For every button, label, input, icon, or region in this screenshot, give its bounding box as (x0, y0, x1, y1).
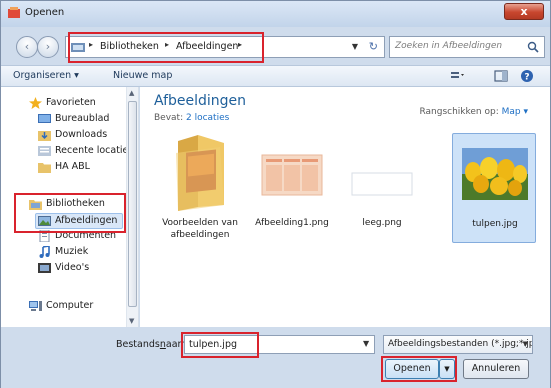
toolbar: Organiseren ▾ Nieuwe map ? (1, 65, 550, 87)
view-options-icon[interactable] (449, 69, 465, 83)
desktop-icon (38, 114, 51, 123)
video-icon (38, 263, 51, 273)
file-item-tulpen[interactable]: tulpen.jpg (452, 133, 536, 243)
back-button[interactable]: ‹ (16, 36, 38, 58)
refresh-icon[interactable]: ↻ (369, 40, 378, 53)
file-name: leeg.png (362, 218, 402, 228)
arrange-by: Rangschikken op: Map ▾ (419, 107, 528, 117)
arrange-by-label: Rangschikken op: (419, 107, 499, 117)
title-bar: Openen x (1, 1, 550, 27)
sidebar-item-label: Muziek (55, 246, 89, 257)
organize-menu[interactable]: Organiseren ▾ (13, 70, 79, 81)
image-document-thumbnail (261, 154, 323, 196)
dialog-footer: Bestandsnaam: tulpen.jpg ▼ Afbeeldingsbe… (1, 327, 550, 388)
file-name: Voorbeelden van afbeeldingen (162, 218, 238, 240)
forward-button[interactable]: › (37, 36, 59, 58)
star-icon (29, 97, 42, 109)
file-item-folder[interactable]: Voorbeelden van afbeeldingen (158, 133, 242, 243)
sidebar-item-label: Downloads (55, 129, 108, 140)
library-locations: Bevat: 2 locaties (154, 113, 229, 123)
open-dialog: Openen x ‹ › ▸ Bibliotheken ▸ Afbeelding… (0, 0, 551, 388)
sidebar-item-label: Computer (46, 300, 94, 311)
window-title: Openen (25, 7, 65, 18)
library-title: Afbeeldingen (154, 93, 247, 109)
search-box[interactable]: Zoeken in Afbeeldingen (389, 36, 545, 58)
scrollbar-thumb[interactable] (128, 101, 137, 307)
file-list: Afbeeldingen Bevat: 2 locaties Rangschik… (140, 87, 550, 327)
filename-label: Bestandsnaam: (116, 339, 190, 350)
search-input[interactable]: Zoeken in Afbeeldingen (395, 41, 502, 51)
sidebar-item-label: Video's (55, 262, 90, 273)
folder-icon (38, 163, 51, 173)
sidebar-item-label: Bureaublad (55, 113, 110, 124)
navigation-scrollbar[interactable]: ▲ ▼ (126, 87, 138, 327)
file-item-leeg[interactable]: leeg.png (340, 133, 424, 243)
cancel-button[interactable]: Annuleren (463, 359, 529, 379)
sidebar-item-label: Favorieten (46, 97, 96, 108)
scroll-up-icon[interactable]: ▲ (129, 89, 134, 97)
recent-places-icon (38, 146, 51, 156)
close-button[interactable]: x (504, 3, 544, 20)
blank-image-thumbnail (351, 172, 413, 196)
app-icon (8, 7, 20, 18)
music-icon (39, 246, 50, 258)
downloads-folder-icon (38, 131, 51, 141)
filetype-value: Afbeeldingsbestanden (*.jpg;*.jpeg (388, 339, 533, 349)
filename-highlight-box (181, 332, 259, 358)
sidebar-item-label: Recente locaties (55, 145, 134, 156)
filetype-select[interactable]: Afbeeldingsbestanden (*.jpg;*.jpeg ▼ (383, 335, 533, 354)
address-history-chevron-icon[interactable]: ▼ (352, 42, 358, 51)
libraries-highlight-box (14, 193, 126, 233)
tulips-photo-thumbnail (462, 148, 528, 200)
arrange-by-dropdown[interactable]: Map ▾ (502, 107, 528, 117)
open-highlight-box (381, 356, 457, 382)
chevron-down-icon: ▼ (522, 340, 528, 348)
address-highlight-box (68, 32, 264, 63)
sidebar-item-label: HA ABL (55, 161, 90, 172)
computer-icon (29, 301, 42, 311)
library-locations-link[interactable]: 2 locaties (186, 113, 229, 123)
preview-pane-icon[interactable] (493, 69, 509, 83)
file-name: Afbeelding1.png (255, 218, 329, 228)
filename-history-chevron-icon[interactable]: ▼ (363, 339, 369, 348)
new-folder-button[interactable]: Nieuwe map (113, 70, 172, 81)
search-icon[interactable] (527, 41, 539, 53)
file-name: tulpen.jpg (472, 219, 518, 229)
svg-text:?: ? (524, 73, 529, 83)
library-locations-prefix: Bevat: (154, 113, 184, 123)
scroll-down-icon[interactable]: ▼ (129, 317, 134, 325)
picture-folder-icon (176, 135, 224, 211)
help-icon[interactable]: ? (519, 69, 535, 83)
file-item-afbeelding1[interactable]: Afbeelding1.png (250, 133, 334, 243)
